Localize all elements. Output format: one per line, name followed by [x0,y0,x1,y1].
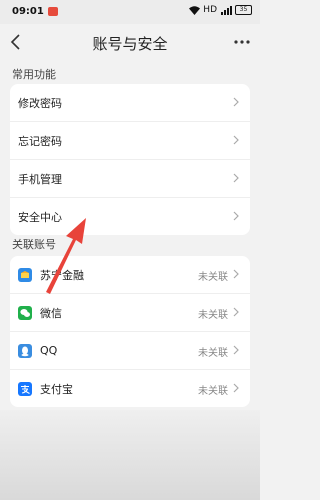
row-forgot-password[interactable]: 忘记密码 [10,122,250,160]
link-status: 未关联 [198,310,228,321]
row-label: 修改密码 [18,96,62,110]
row-label: 手机管理 [18,172,62,186]
row-label: 苏宁金融 [40,268,84,282]
more-dots-icon [234,40,250,44]
chevron-right-icon [233,383,239,393]
link-status: 未关联 [198,386,228,397]
row-label: 微信 [40,306,62,320]
row-suning-finance[interactable]: 苏宁金融 未关联 [10,256,250,294]
wifi-icon [189,5,201,15]
chevron-right-icon [233,173,239,183]
row-qq[interactable]: QQ 未关联 [10,332,250,370]
row-wechat[interactable]: 微信 未关联 [10,294,250,332]
chevron-right-icon [233,307,239,317]
more-button[interactable] [232,32,252,52]
chevron-right-icon [233,135,239,145]
row-label: 安全中心 [18,210,62,224]
row-label: QQ [40,344,58,357]
chevron-right-icon [233,97,239,107]
status-bar: 09:01 HD 35 [0,0,260,24]
qq-icon [18,343,32,358]
chevron-right-icon [233,345,239,355]
link-status: 未关联 [198,348,228,359]
section-label-linked: 关联账号 [12,238,56,251]
row-alipay[interactable]: 支付宝 未关联 [10,370,250,407]
status-time: 09:01 [12,6,44,17]
chevron-right-icon [233,211,239,221]
nav-bar: 账号与安全 [0,24,260,60]
chevron-right-icon [233,269,239,279]
link-status: 未关联 [198,272,228,283]
bottom-background [0,410,260,500]
row-label: 忘记密码 [18,134,62,148]
section-label-common: 常用功能 [12,68,56,81]
common-functions-card: 修改密码 忘记密码 手机管理 安全中心 [10,84,250,235]
row-phone-management[interactable]: 手机管理 [10,160,250,198]
linked-accounts-card: 苏宁金融 未关联 微信 未关联 QQ 未关联 支付宝 未关联 [10,256,250,407]
alipay-icon [18,381,32,396]
wechat-icon [18,305,32,320]
notification-icon [48,7,58,16]
suning-finance-icon [18,267,32,282]
network-label: HD [203,5,217,15]
row-security-center[interactable]: 安全中心 [10,198,250,235]
row-change-password[interactable]: 修改密码 [10,84,250,122]
battery-icon: 35 [235,5,252,15]
status-indicators: HD 35 [189,5,252,15]
page-title: 账号与安全 [92,35,168,53]
row-label: 支付宝 [40,382,73,396]
signal-icon [221,5,232,15]
